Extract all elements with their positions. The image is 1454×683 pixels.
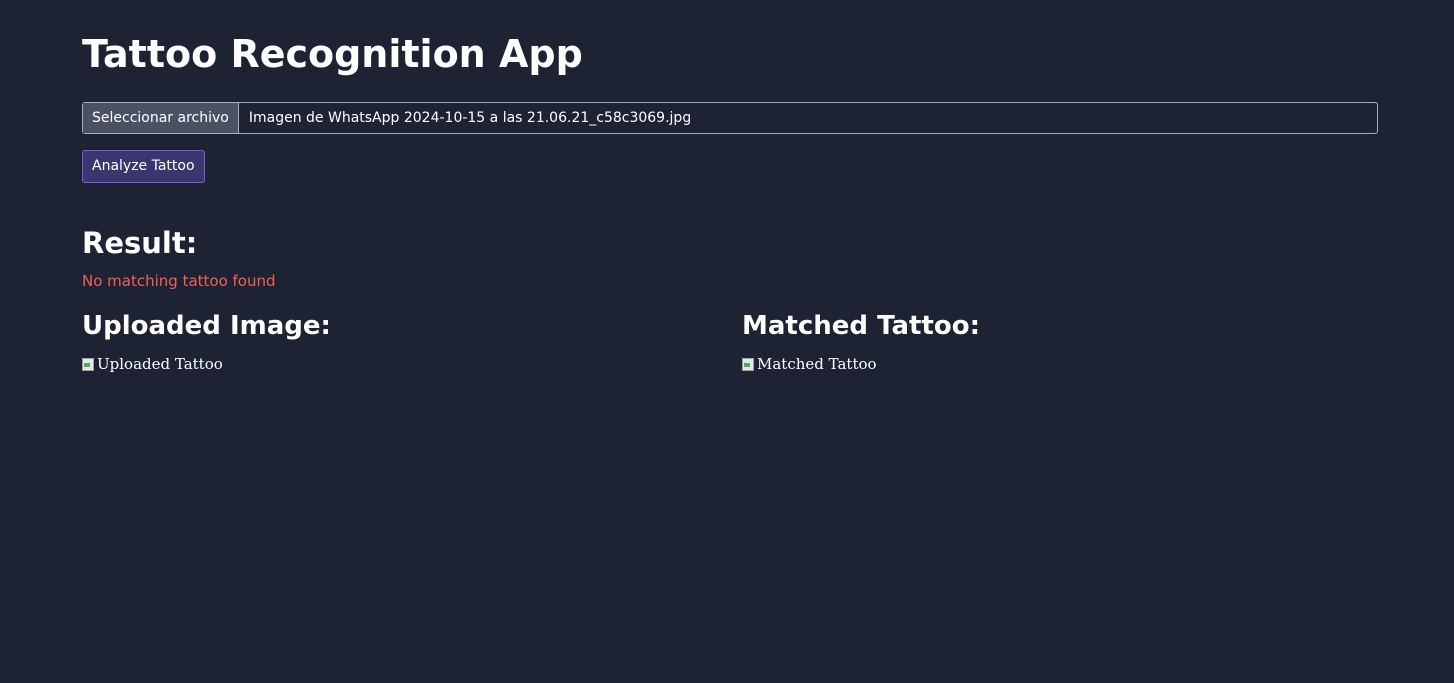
analyze-tattoo-button[interactable]: Analyze Tattoo [82, 150, 205, 183]
matched-tattoo-section: Matched Tattoo: Matched Tattoo [742, 308, 980, 373]
matched-image: Matched Tattoo [742, 354, 877, 374]
file-input[interactable]: Seleccionar archivo Imagen de WhatsApp 2… [82, 102, 1378, 134]
result-heading: Result: [82, 226, 198, 260]
matched-image-alt: Matched Tattoo [757, 355, 877, 373]
broken-image-icon [82, 357, 96, 371]
uploaded-image-heading: Uploaded Image: [82, 311, 331, 341]
result-message: No matching tattoo found [82, 272, 276, 290]
choose-file-button[interactable]: Seleccionar archivo [83, 103, 239, 133]
uploaded-image: Uploaded Tattoo [82, 354, 223, 374]
uploaded-image-alt: Uploaded Tattoo [97, 355, 223, 373]
uploaded-image-section: Uploaded Image: Uploaded Tattoo [82, 308, 331, 373]
broken-image-icon [742, 357, 756, 371]
matched-tattoo-heading: Matched Tattoo: [742, 311, 980, 341]
selected-file-name: Imagen de WhatsApp 2024-10-15 a las 21.0… [248, 110, 692, 126]
page-title: Tattoo Recognition App [82, 32, 583, 76]
